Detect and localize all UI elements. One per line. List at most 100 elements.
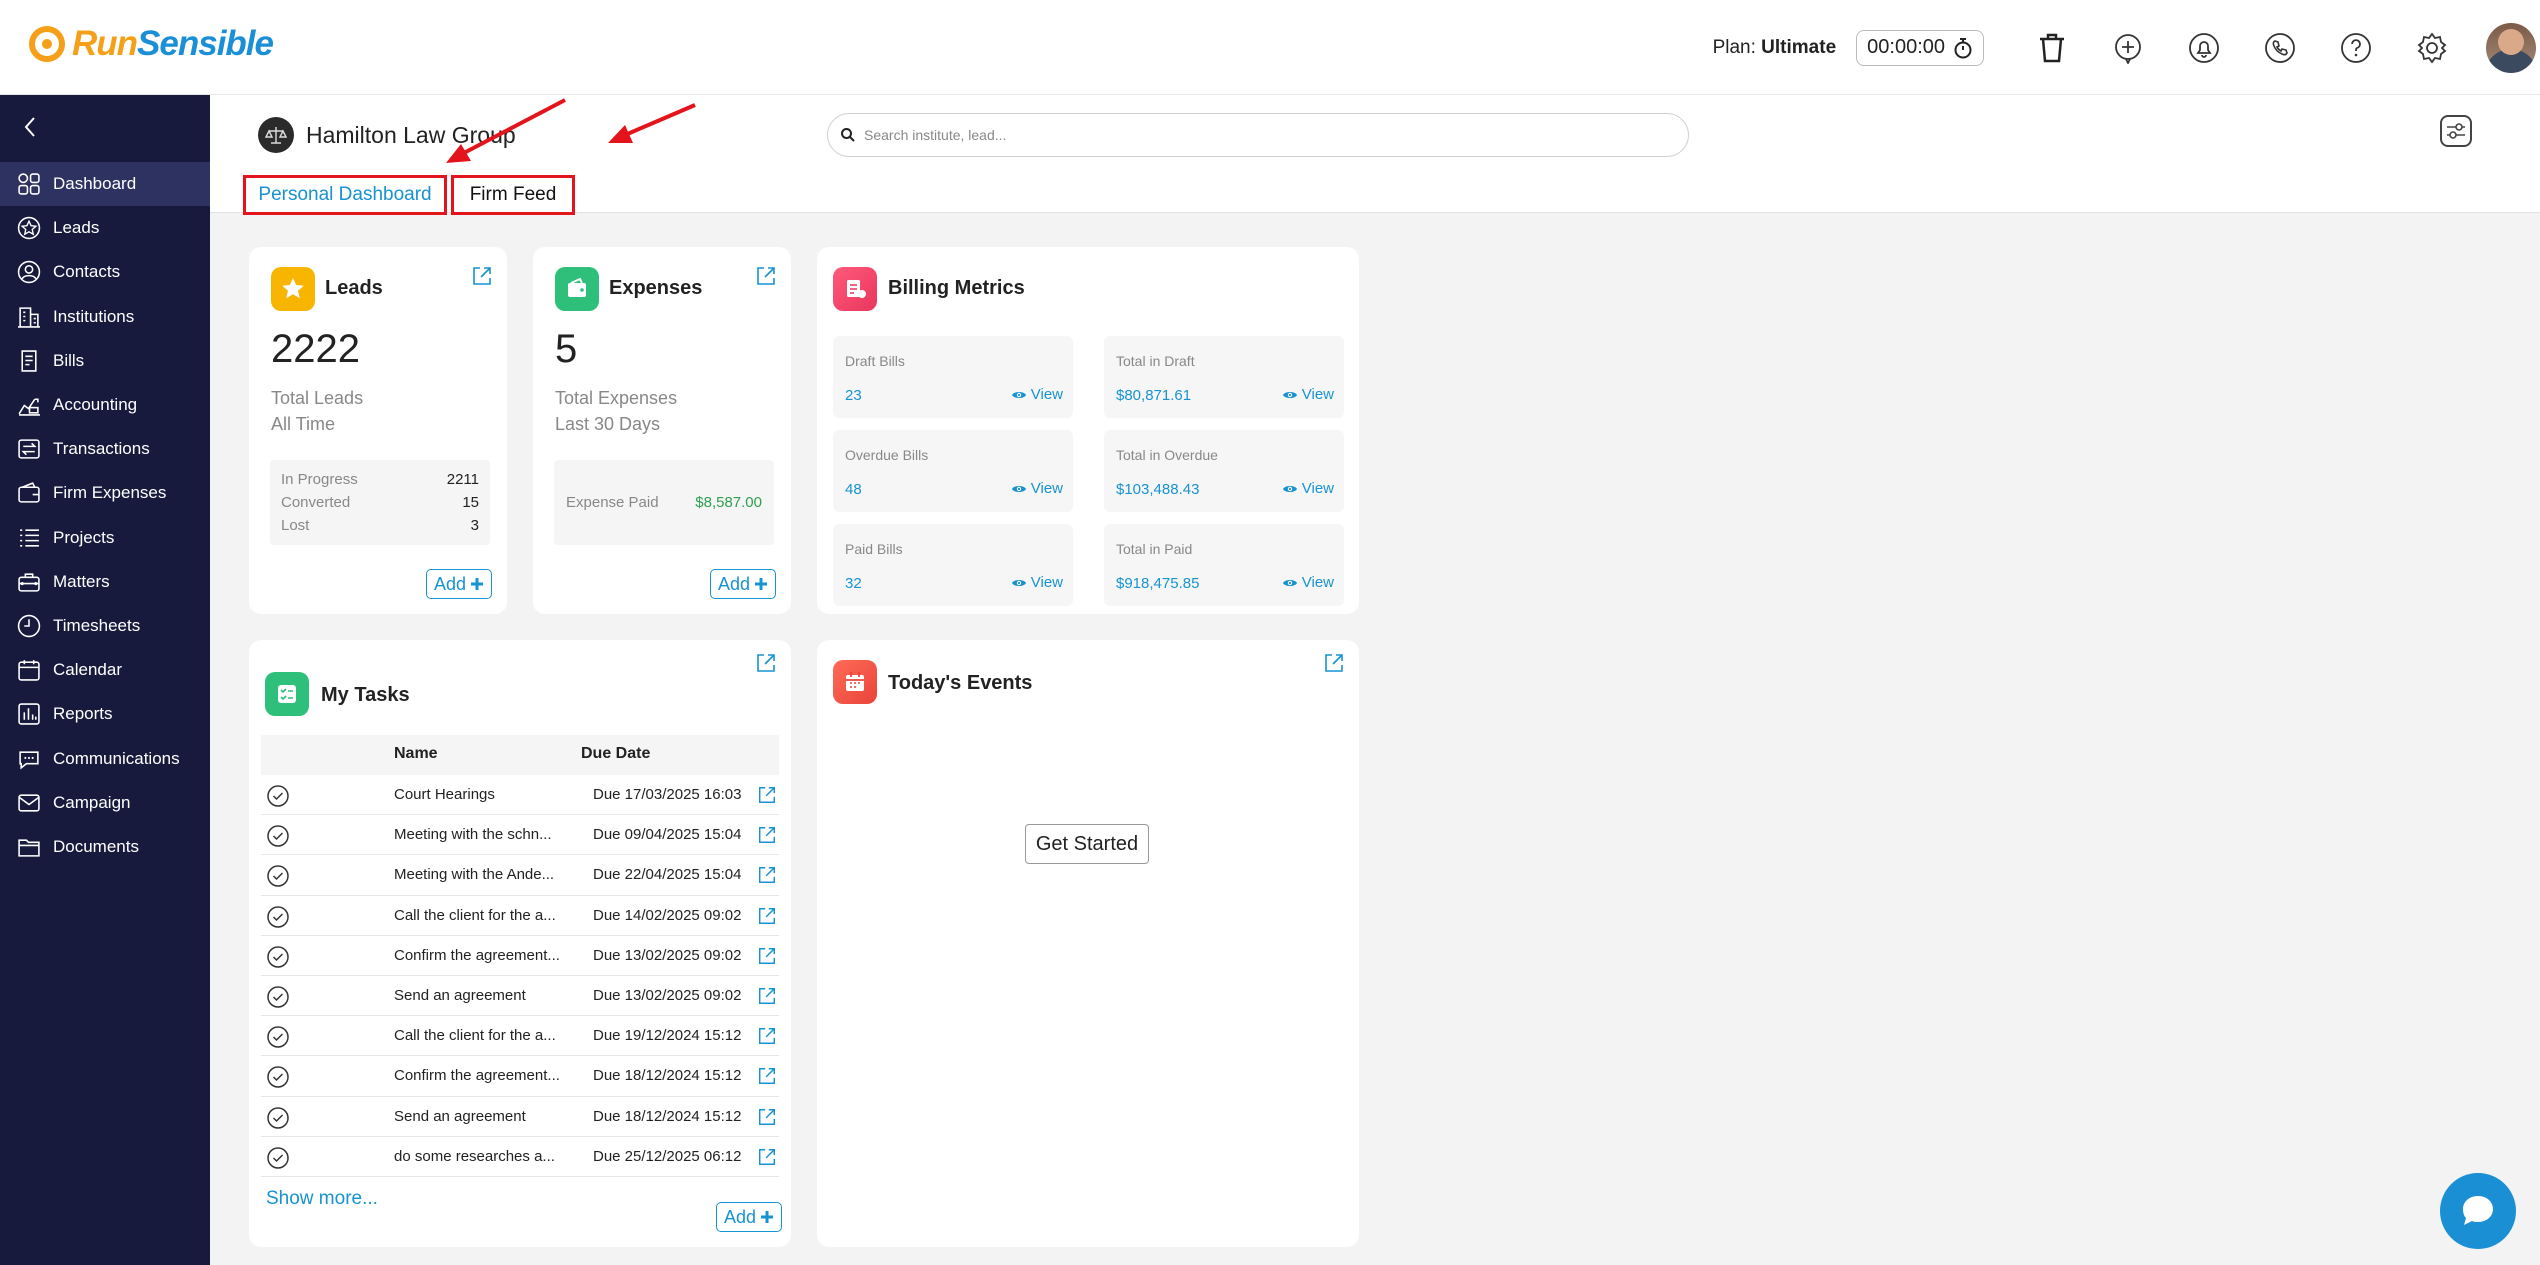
sidebar-item-contacts[interactable]: Contacts: [0, 250, 210, 294]
billing-metric-overdue-bills: Overdue Bills 48 View: [833, 430, 1073, 512]
app-logo[interactable]: RunSensible: [28, 24, 274, 64]
complete-task-icon[interactable]: [266, 864, 290, 888]
table-row: Call the client for the a... Due 19/12/20…: [261, 1016, 779, 1057]
annotation-arrow: [446, 98, 566, 163]
timer[interactable]: 00:00:00: [1856, 29, 1984, 66]
sidebar-item-institutions[interactable]: Institutions: [0, 295, 210, 339]
view-link[interactable]: View: [1282, 574, 1334, 591]
sidebar-item-label: Leads: [53, 218, 100, 238]
billing-metric-total-in-draft: Total in Draft $80,871.61 View: [1104, 336, 1344, 418]
add-time-icon[interactable]: [2090, 0, 2166, 95]
sidebar-item-accounting[interactable]: Accounting: [0, 383, 210, 427]
external-link-icon[interactable]: [757, 1107, 777, 1127]
task-name: Call the client for the a...: [394, 1027, 556, 1045]
external-link-icon[interactable]: [757, 1026, 777, 1046]
help-icon[interactable]: [2318, 0, 2394, 95]
sidebar-item-label: Transactions: [53, 439, 150, 459]
sidebar-item-campaign[interactable]: Campaign: [0, 781, 210, 825]
get-started-button[interactable]: Get Started: [1025, 824, 1149, 864]
sidebar-item-dashboard[interactable]: Dashboard: [0, 162, 210, 207]
external-link-icon[interactable]: [757, 825, 777, 845]
complete-task-icon[interactable]: [266, 784, 290, 808]
sidebar-item-reports[interactable]: Reports: [0, 692, 210, 736]
complete-task-icon[interactable]: [266, 824, 290, 848]
sidebar-item-label: Accounting: [53, 395, 138, 415]
external-link-icon[interactable]: [757, 906, 777, 926]
sidebar-item-projects[interactable]: Projects: [0, 516, 210, 560]
view-link[interactable]: View: [1282, 480, 1334, 497]
external-link-icon[interactable]: [757, 785, 777, 805]
view-link[interactable]: View: [1011, 480, 1063, 497]
complete-task-icon[interactable]: [266, 985, 290, 1009]
table-row: Send an agreement Due 18/12/2024 15:12: [261, 1097, 779, 1137]
todays-events-card: Today's Events Get Started: [817, 640, 1359, 1247]
top-bar: RunSensible Plan: Ultimate 00:00:00: [0, 0, 2540, 95]
complete-task-icon[interactable]: [266, 1025, 290, 1049]
lead-stat-label: Lost: [281, 517, 310, 534]
sidebar-item-label: Bills: [53, 350, 85, 370]
add-lead-button[interactable]: Add: [426, 569, 492, 599]
clock-icon: [17, 614, 41, 638]
sidebar-item-calendar[interactable]: Calendar: [0, 648, 210, 692]
view-link[interactable]: View: [1011, 386, 1063, 403]
external-link-icon[interactable]: [757, 986, 777, 1006]
task-name: Call the client for the a...: [394, 906, 556, 924]
tab-firm-feed[interactable]: Firm Feed: [451, 175, 575, 215]
complete-task-icon[interactable]: [266, 1106, 290, 1130]
search-input[interactable]: [864, 127, 1664, 143]
external-link-icon[interactable]: [471, 265, 493, 287]
table-row: Confirm the agreement... Due 18/12/2024 1…: [261, 1056, 779, 1097]
gear-icon[interactable]: [2394, 0, 2470, 95]
sidebar-item-label: Institutions: [53, 306, 135, 326]
sidebar-item-label: Calendar: [53, 660, 122, 680]
sidebar-item-communications[interactable]: Communications: [0, 736, 210, 780]
eye-icon: [1282, 391, 1297, 398]
sidebar-item-firm-expenses[interactable]: Firm Expenses: [0, 471, 210, 515]
complete-task-icon[interactable]: [266, 945, 290, 969]
complete-task-icon[interactable]: [266, 1146, 290, 1170]
add-expense-button[interactable]: Add: [710, 569, 776, 599]
task-name: Confirm the agreement...: [394, 946, 560, 964]
trash-icon[interactable]: [2014, 0, 2090, 95]
external-link-icon[interactable]: [757, 865, 777, 885]
scales-icon: [265, 127, 287, 144]
add-task-button[interactable]: Add: [716, 1202, 782, 1232]
dashboard-icon: [18, 173, 40, 195]
avatar[interactable]: [2486, 22, 2536, 73]
dashboard-settings-button[interactable]: [2440, 115, 2472, 147]
eye-icon: [1011, 579, 1026, 586]
lead-stat-value: 3: [470, 517, 479, 534]
external-link-icon[interactable]: [757, 1066, 777, 1086]
sidebar-item-bills[interactable]: Bills: [0, 339, 210, 383]
table-row: do some researches a... Due 25/12/2025 06…: [261, 1137, 779, 1177]
show-more-link[interactable]: Show more...: [266, 1188, 378, 1210]
sidebar-item-timesheets[interactable]: Timesheets: [0, 604, 210, 648]
sidebar-item-transactions[interactable]: Transactions: [0, 427, 210, 471]
collapse-sidebar-button[interactable]: [22, 115, 38, 139]
sidebar-item-leads[interactable]: Leads: [0, 206, 210, 250]
task-due-date: Due 17/03/2025 16:03: [593, 786, 742, 803]
chat-widget-button[interactable]: [2440, 1173, 2516, 1249]
view-link[interactable]: View: [1282, 386, 1334, 403]
external-link-icon[interactable]: [1323, 652, 1345, 674]
bell-icon[interactable]: [2166, 0, 2242, 95]
external-link-icon[interactable]: [757, 946, 777, 966]
external-link-icon[interactable]: [755, 652, 777, 674]
phone-icon[interactable]: [2242, 0, 2318, 95]
search-bar[interactable]: [827, 113, 1689, 157]
view-link[interactable]: View: [1011, 574, 1063, 591]
tasks-table: Name Due Date Court Hearings Due 17/03/20…: [261, 735, 779, 1177]
tab-personal-dashboard[interactable]: Personal Dashboard: [243, 175, 447, 215]
sidebar-item-documents[interactable]: Documents: [0, 825, 210, 869]
metric-value: 23: [845, 387, 862, 404]
complete-task-icon[interactable]: [266, 905, 290, 929]
external-link-icon[interactable]: [755, 265, 777, 287]
leads-stats: In Progress 2211 Converted 15 Lost 3: [270, 460, 490, 545]
eye-icon: [1282, 579, 1297, 586]
complete-task-icon[interactable]: [266, 1065, 290, 1089]
sidebar-item-label: Firm Expenses: [53, 483, 167, 503]
chat-icon: [19, 750, 39, 770]
billing-metric-total-in-overdue: Total in Overdue $103,488.43 View: [1104, 430, 1344, 512]
sidebar-item-matters[interactable]: Matters: [0, 560, 210, 604]
external-link-icon[interactable]: [757, 1147, 777, 1167]
